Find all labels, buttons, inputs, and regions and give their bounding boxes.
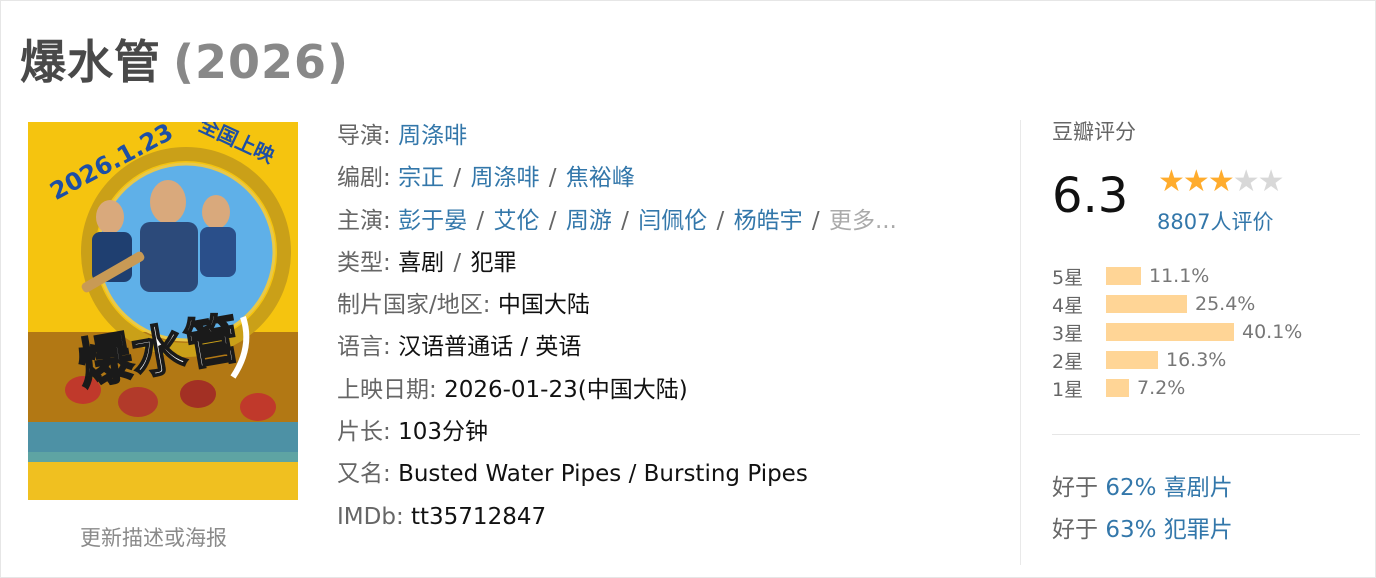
director-label: 导演: <box>337 123 399 149</box>
director-link[interactable]: 周涤啡 <box>398 123 467 149</box>
compare-pct-link[interactable]: 63% <box>1105 517 1156 543</box>
rating-score: 6.3 <box>1052 168 1129 224</box>
distribution-row: 3星 40.1% <box>1052 318 1302 346</box>
runtime-label: 片长: <box>337 419 399 446</box>
distribution-pct: 40.1% <box>1242 321 1303 343</box>
aka-value: Busted Water Pipes / Bursting Pipes <box>398 461 808 488</box>
compare-genre-link[interactable]: 喜剧片 <box>1156 475 1233 501</box>
info-language-row: 语言: 汉语普通话 / 英语 <box>337 329 897 371</box>
star-filled-icon: ★ <box>1182 164 1210 199</box>
country-label: 制片国家/地区: <box>337 292 498 319</box>
star-empty-icon: ★ <box>1257 164 1285 199</box>
star-filled-icon: ★ <box>1207 164 1235 199</box>
rating-panel: 豆瓣评分 6.3 ★★★★★ 8807人评价 5星 11.1% 4星 25.4% 3星 4… <box>1052 116 1362 543</box>
section-divider <box>1020 120 1021 565</box>
distribution-row: 4星 25.4% <box>1052 290 1302 318</box>
distribution-pct: 16.3% <box>1166 349 1227 371</box>
movie-title: 爆水管 <box>20 35 161 89</box>
release-label: 上映日期: <box>337 376 445 403</box>
compare-pct-link[interactable]: 62% <box>1105 475 1156 501</box>
compare-row: 好于 62% 喜剧片 <box>1052 475 1233 501</box>
cast-more-link[interactable]: 更多... <box>829 208 897 234</box>
info-writer-row: 编剧: 宗正 / 周涤啡 / 焦裕峰 <box>337 165 635 192</box>
distribution-bar <box>1106 379 1129 397</box>
rating-label: 豆瓣评分 <box>1052 120 1136 144</box>
imdb-value: tt35712847 <box>411 503 547 530</box>
update-poster-link[interactable]: 更新描述或海报 <box>80 522 227 552</box>
info-imdb-row: IMDb: tt35712847 <box>337 499 897 541</box>
imdb-label: IMDb: <box>337 503 411 530</box>
info-aka-row: 又名: Busted Water Pipes / Bursting Pipes <box>337 456 897 498</box>
distribution-bar <box>1106 323 1234 341</box>
info-cast-row: 主演: 彭于晏 / 艾伦 / 周游 / 闫佩伦 / 杨皓宇 / 更多... <box>337 207 897 234</box>
distribution-pct: 25.4% <box>1195 293 1256 315</box>
rating-stars: ★★★★★ <box>1158 164 1285 199</box>
writer-link[interactable]: 宗正 <box>398 165 444 191</box>
info-genre-row: 类型: 喜剧 / 犯罪 <box>337 249 517 276</box>
distribution-label: 4星 <box>1052 294 1084 317</box>
language-label: 语言: <box>337 334 399 361</box>
distribution-row: 2星 16.3% <box>1052 346 1302 374</box>
writer-link[interactable]: 焦裕峰 <box>566 165 635 191</box>
info-director-row: 导演: 周涤啡 <box>337 118 897 160</box>
distribution-pct: 11.1% <box>1149 265 1210 287</box>
movie-poster[interactable]: 2026.1.23 全国上映 爆水管 <box>28 122 298 500</box>
distribution-label: 1星 <box>1052 378 1084 401</box>
distribution-bar <box>1106 267 1141 285</box>
distribution-row: 1星 7.2% <box>1052 374 1302 402</box>
info-release-row: 上映日期: 2026-01-23(中国大陆) <box>337 372 897 414</box>
aka-label: 又名: <box>337 461 399 488</box>
language-value: 汉语普通话 / 英语 <box>398 334 582 361</box>
distribution-label: 5星 <box>1052 266 1084 289</box>
distribution-bar <box>1106 295 1187 313</box>
page-title: 爆水管 (2026) <box>20 26 349 92</box>
rating-compare: 好于 62% 喜剧片 好于 63% 犯罪片 <box>1052 468 1233 552</box>
country-value: 中国大陆 <box>497 292 590 319</box>
movie-year: (2026) <box>173 35 350 89</box>
cast-link[interactable]: 彭于晏 <box>398 208 467 234</box>
info-runtime-row: 片长: 103分钟 <box>337 414 897 456</box>
cast-link[interactable]: 闫佩伦 <box>638 208 707 234</box>
compare-genre-link[interactable]: 犯罪片 <box>1156 517 1233 543</box>
cast-label: 主演: <box>337 207 399 234</box>
compare-row: 好于 63% 犯罪片 <box>1052 517 1233 543</box>
cast-link[interactable]: 周游 <box>566 208 612 234</box>
distribution-bar <box>1106 351 1158 369</box>
runtime-value: 103分钟 <box>398 419 488 446</box>
star-empty-icon: ★ <box>1232 164 1260 199</box>
cast-link[interactable]: 艾伦 <box>493 208 539 234</box>
genre-value: 犯罪 <box>470 249 517 276</box>
genre-label: 类型: <box>337 249 399 276</box>
writer-label: 编剧: <box>337 165 399 192</box>
release-value: 2026-01-23(中国大陆) <box>444 376 688 403</box>
info-country-row: 制片国家/地区: 中国大陆 <box>337 287 897 329</box>
distribution-label: 3星 <box>1052 322 1084 345</box>
rating-count-link[interactable]: 8807人评价 <box>1157 206 1273 236</box>
rating-divider <box>1052 434 1360 435</box>
movie-info: 导演: 周涤啡 编剧: 宗正 / 周涤啡 / 焦裕峰 主演: 彭于晏 / 艾伦 … <box>337 118 897 541</box>
writer-link[interactable]: 周涤啡 <box>470 165 539 191</box>
star-filled-icon: ★ <box>1158 164 1185 199</box>
genre-value: 喜剧 <box>398 249 445 276</box>
distribution-row: 5星 11.1% <box>1052 262 1302 290</box>
poster-image: 2026.1.23 全国上映 爆水管 <box>28 122 298 500</box>
rating-distribution: 5星 11.1% 4星 25.4% 3星 40.1% 2星 16.3% 1星 7.2% <box>1052 262 1302 402</box>
distribution-pct: 7.2% <box>1137 377 1186 399</box>
distribution-label: 2星 <box>1052 350 1084 373</box>
cast-link[interactable]: 杨皓宇 <box>734 208 803 234</box>
